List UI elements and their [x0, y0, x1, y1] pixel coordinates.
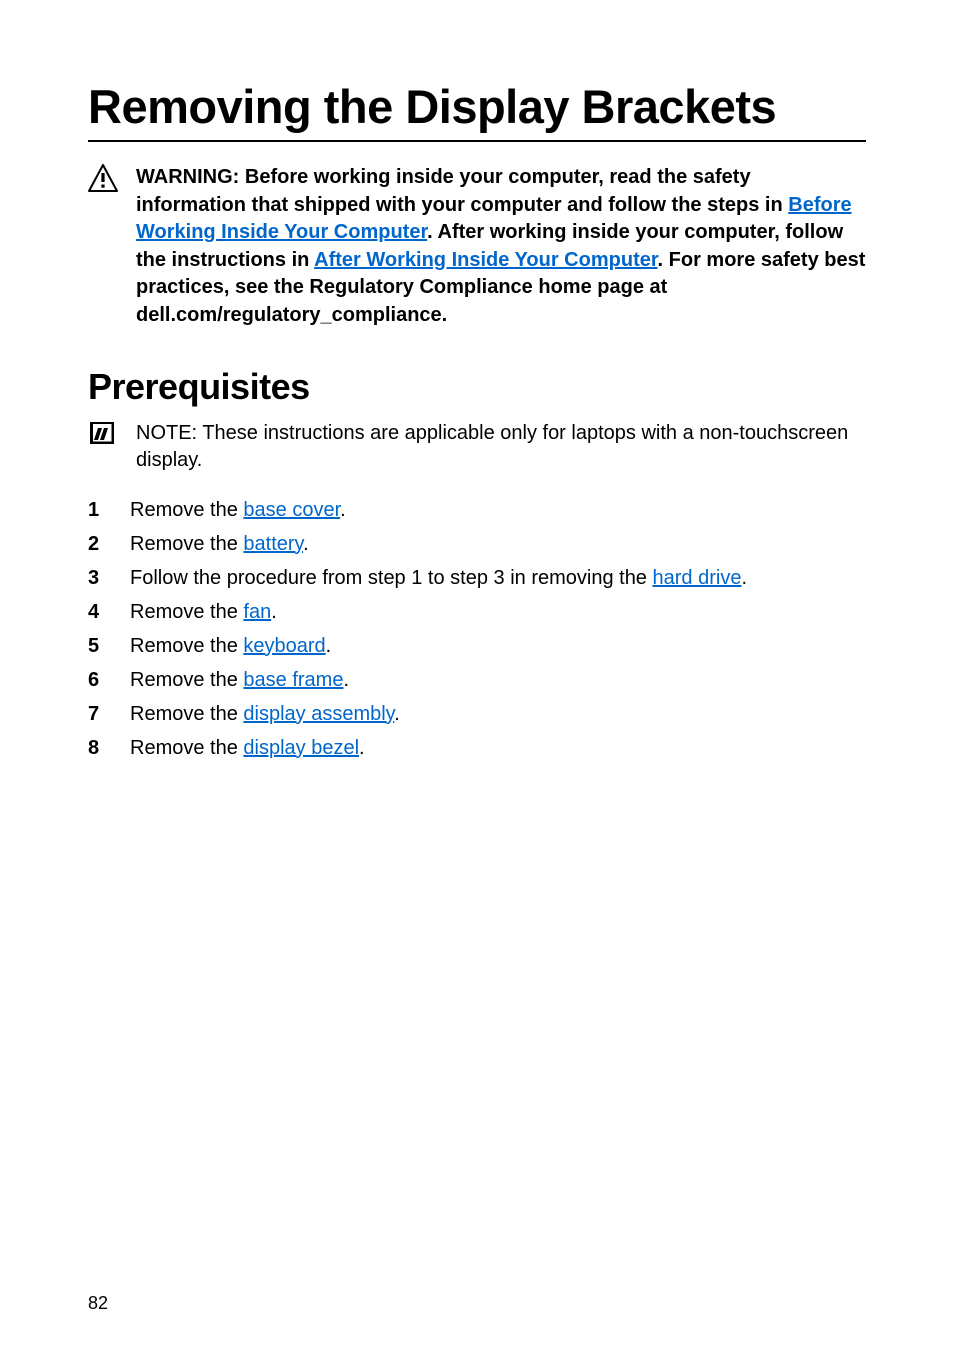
- note-body: These instructions are applicable only f…: [136, 422, 848, 472]
- step-body: Remove the fan.: [130, 595, 866, 629]
- icon-column: [88, 420, 122, 446]
- step-pre: Follow the procedure from step 1 to step…: [130, 567, 653, 589]
- list-item: 4 Remove the fan.: [88, 595, 866, 629]
- step-post: .: [340, 499, 346, 521]
- link-base-frame[interactable]: base frame: [243, 669, 343, 691]
- warning-triangle-icon: [88, 164, 118, 192]
- step-pre: Remove the: [130, 703, 243, 725]
- link-hard-drive[interactable]: hard drive: [653, 567, 742, 589]
- step-pre: Remove the: [130, 533, 243, 555]
- step-post: .: [271, 601, 277, 623]
- step-number: 3: [88, 561, 106, 595]
- step-body: Remove the keyboard.: [130, 629, 866, 663]
- list-item: 7 Remove the display assembly.: [88, 697, 866, 731]
- step-pre: Remove the: [130, 601, 243, 623]
- link-base-cover[interactable]: base cover: [243, 499, 340, 521]
- note-block: NOTE: These instructions are applicable …: [88, 420, 866, 475]
- step-body: Remove the base frame.: [130, 663, 866, 697]
- step-number: 6: [88, 663, 106, 697]
- icon-column: [88, 164, 122, 192]
- warning-text: WARNING: Before working inside your comp…: [136, 164, 866, 330]
- list-item: 6 Remove the base frame.: [88, 663, 866, 697]
- page-title: Removing the Display Brackets: [88, 80, 866, 142]
- step-pre: Remove the: [130, 737, 243, 759]
- section-heading-prerequisites: Prerequisites: [88, 366, 866, 408]
- step-number: 2: [88, 527, 106, 561]
- step-number: 5: [88, 629, 106, 663]
- step-body: Remove the display bezel.: [130, 731, 866, 765]
- page-number: 82: [88, 1293, 108, 1314]
- step-post: .: [359, 737, 365, 759]
- list-item: 2 Remove the battery.: [88, 527, 866, 561]
- step-number: 4: [88, 595, 106, 629]
- step-pre: Remove the: [130, 635, 243, 657]
- step-body: Remove the base cover.: [130, 493, 866, 527]
- step-number: 1: [88, 493, 106, 527]
- step-number: 7: [88, 697, 106, 731]
- step-post: .: [326, 635, 332, 657]
- link-keyboard[interactable]: keyboard: [243, 635, 325, 657]
- step-pre: Remove the: [130, 669, 243, 691]
- step-body: Remove the display assembly.: [130, 697, 866, 731]
- list-item: 3 Follow the procedure from step 1 to st…: [88, 561, 866, 595]
- step-pre: Remove the: [130, 499, 243, 521]
- step-body: Follow the procedure from step 1 to step…: [130, 561, 866, 595]
- link-battery[interactable]: battery: [243, 533, 303, 555]
- link-display-assembly[interactable]: display assembly: [243, 703, 394, 725]
- step-post: .: [303, 533, 309, 555]
- list-item: 8 Remove the display bezel.: [88, 731, 866, 765]
- link-after-working-inside[interactable]: After Working Inside Your Computer: [314, 249, 657, 271]
- step-body: Remove the battery.: [130, 527, 866, 561]
- note-text: NOTE: These instructions are applicable …: [136, 420, 866, 475]
- warning-block: WARNING: Before working inside your comp…: [88, 164, 866, 330]
- link-fan[interactable]: fan: [243, 601, 271, 623]
- prerequisite-steps-list: 1 Remove the base cover. 2 Remove the ba…: [88, 493, 866, 765]
- link-display-bezel[interactable]: display bezel: [243, 737, 359, 759]
- step-post: .: [394, 703, 400, 725]
- list-item: 5 Remove the keyboard.: [88, 629, 866, 663]
- page-container: Removing the Display Brackets WARNING: B…: [0, 0, 954, 1366]
- note-pencil-icon: [88, 420, 116, 446]
- warning-prefix: WARNING: Before working inside your comp…: [136, 166, 788, 216]
- note-label: NOTE:: [136, 422, 197, 444]
- step-number: 8: [88, 731, 106, 765]
- list-item: 1 Remove the base cover.: [88, 493, 866, 527]
- step-post: .: [741, 567, 747, 589]
- step-post: .: [343, 669, 349, 691]
